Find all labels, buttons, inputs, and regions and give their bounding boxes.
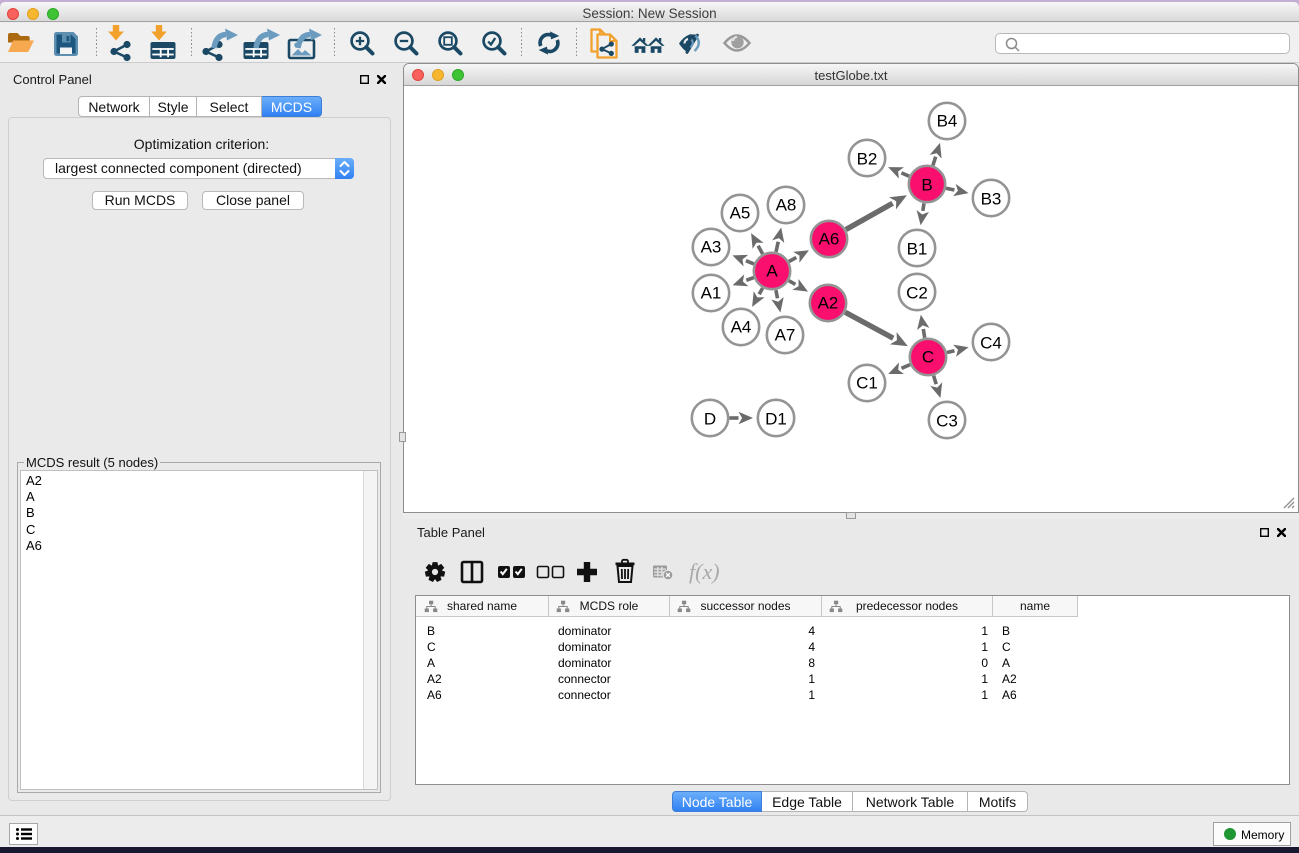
svg-text:A5: A5 <box>730 204 751 223</box>
svg-text:A4: A4 <box>731 318 752 337</box>
svg-text:A8: A8 <box>776 196 797 215</box>
svg-text:D: D <box>704 410 716 429</box>
svg-text:C4: C4 <box>980 334 1002 353</box>
svg-text:B1: B1 <box>907 240 928 259</box>
svg-text:A: A <box>766 262 778 281</box>
svg-text:C3: C3 <box>936 412 958 431</box>
svg-text:B: B <box>921 176 932 195</box>
svg-text:A7: A7 <box>775 326 796 345</box>
svg-text:B3: B3 <box>981 190 1002 209</box>
svg-text:C1: C1 <box>856 374 878 393</box>
svg-text:B4: B4 <box>937 112 958 131</box>
svg-text:C2: C2 <box>906 284 928 303</box>
svg-text:f(x): f(x) <box>689 559 720 584</box>
svg-text:A6: A6 <box>819 230 840 249</box>
svg-text:D1: D1 <box>765 410 787 429</box>
svg-text:C: C <box>922 348 934 367</box>
svg-text:A2: A2 <box>818 294 839 313</box>
svg-text:B2: B2 <box>857 150 878 169</box>
svg-text:A1: A1 <box>701 284 722 303</box>
svg-text:A3: A3 <box>701 238 722 257</box>
